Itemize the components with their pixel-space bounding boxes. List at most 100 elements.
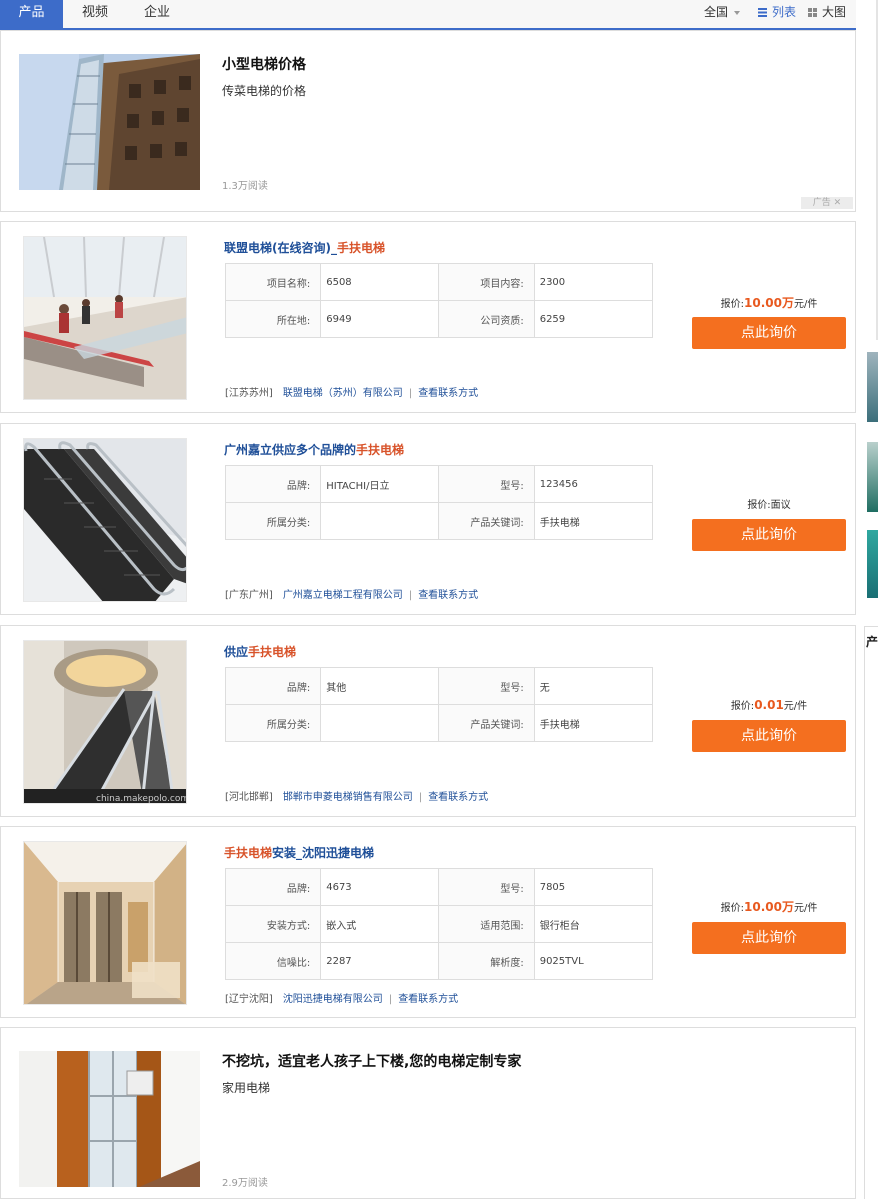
ad-title[interactable]: 不挖坑，适宜老人孩子上下楼,您的电梯定制专家: [222, 1051, 521, 1071]
side-thumbnail[interactable]: [867, 352, 878, 422]
inquiry-button[interactable]: 点此询价: [692, 519, 846, 551]
price: 报价:面议: [747, 500, 791, 511]
spec-key: 项目名称:: [224, 263, 322, 301]
contact-link[interactable]: 查看联系方式: [418, 590, 478, 601]
list-view-button[interactable]: 列表: [758, 0, 796, 26]
spec-key: 所属分类:: [224, 704, 322, 742]
spec-key: 所属分类:: [224, 502, 322, 540]
ad-title[interactable]: 小型电梯价格: [222, 54, 306, 74]
product-image-escalator[interactable]: [23, 438, 187, 602]
product-title-text[interactable]: 广州嘉立供应多个品牌的: [224, 443, 356, 457]
spec-table: 项目名称: 6508 项目内容: 2300 所在地: 6949 公司资质: 62…: [224, 263, 654, 338]
seller-info: [辽宁沈阳] 沈阳迅捷电梯有限公司 | 查看联系方式: [225, 990, 458, 1005]
ad-badge-label: 广告: [812, 198, 831, 208]
tab-products[interactable]: 产品: [0, 0, 63, 28]
spec-value: 7805: [533, 868, 654, 906]
seller-company-link[interactable]: 联盟电梯（苏州）有限公司: [283, 388, 403, 399]
ad-read-count: 2.9万阅读: [222, 1178, 268, 1189]
spec-key: 型号:: [438, 465, 535, 503]
product-card[interactable]: 手扶电梯安装_沈阳迅捷电梯 品牌: 4673 型号: 7805 安装方式: 嵌入…: [0, 826, 856, 1018]
seller-company-link[interactable]: 沈阳迅捷电梯有限公司: [283, 994, 383, 1005]
spec-key: 产品关键词:: [438, 704, 535, 742]
close-icon[interactable]: ✕: [834, 198, 842, 208]
spec-key: 品牌:: [224, 465, 322, 503]
spec-row: 品牌: 其他 型号: 无: [224, 667, 654, 705]
seller-info: [江苏苏州] 联盟电梯（苏州）有限公司 | 查看联系方式: [225, 384, 478, 399]
seller-company-link[interactable]: 广州嘉立电梯工程有限公司: [283, 590, 403, 601]
image-watermark: china.makepolo.com: [96, 794, 187, 804]
ad-read-count: 1.3万阅读: [222, 181, 268, 192]
product-title[interactable]: 广州嘉立供应多个品牌的手扶电梯: [224, 441, 404, 458]
spec-key: 型号:: [438, 868, 535, 906]
ad-image-home-elevator[interactable]: [19, 1051, 200, 1187]
spec-key: 信噪比:: [224, 942, 322, 980]
spec-key: 品牌:: [224, 868, 322, 906]
spec-key: 产品关键词:: [438, 502, 535, 540]
product-title-text[interactable]: 联盟电梯(在线咨询)_: [224, 241, 337, 255]
spec-value: 6508: [320, 263, 440, 301]
side-thumbnail[interactable]: [867, 530, 878, 598]
spec-value: 6949: [320, 300, 440, 338]
product-title-highlight[interactable]: 手扶电梯: [248, 645, 296, 659]
grid-view-label: 大图: [822, 5, 847, 19]
price-prefix: 报价:: [720, 299, 745, 310]
seller-company-link[interactable]: 邯郸市申菱电梯销售有限公司: [283, 792, 413, 803]
price-prefix: 报价:: [720, 903, 745, 914]
ad-badge[interactable]: 广告 ✕: [801, 197, 853, 209]
product-title[interactable]: 联盟电梯(在线咨询)_手扶电梯: [224, 239, 385, 256]
product-title-text[interactable]: 安装_沈阳迅捷电梯: [272, 846, 374, 860]
region-dropdown[interactable]: 全国: [704, 0, 741, 26]
spec-row: 所在地: 6949 公司资质: 6259: [224, 300, 654, 338]
tab-videos[interactable]: 视频: [72, 0, 118, 28]
product-image-escalator[interactable]: china.makepolo.com: [23, 640, 187, 804]
product-card[interactable]: china.makepolo.com 供应手扶电梯 品牌: 其他 型号: 无 所…: [0, 625, 856, 817]
spec-value: [320, 502, 440, 540]
grid-view-button[interactable]: 大图: [808, 0, 846, 26]
seller-location: [辽宁沈阳]: [225, 994, 273, 1005]
spec-table: 品牌: HITACHI/日立 型号: 123456 所属分类: 产品关键词: 手…: [224, 465, 654, 540]
price: 报价:0.01元/件: [691, 697, 847, 712]
product-title[interactable]: 手扶电梯安装_沈阳迅捷电梯: [224, 844, 374, 861]
spec-value: [320, 704, 440, 742]
product-card[interactable]: 联盟电梯(在线咨询)_手扶电梯 项目名称: 6508 项目内容: 2300 所在…: [0, 221, 856, 413]
price: 报价:10.00万元/件: [691, 898, 847, 915]
seller-info: [河北邯郸] 邯郸市申菱电梯销售有限公司 | 查看联系方式: [225, 788, 488, 803]
inquiry-button[interactable]: 点此询价: [692, 922, 846, 954]
spec-value: 4673: [320, 868, 440, 906]
contact-link[interactable]: 查看联系方式: [428, 792, 488, 803]
spec-row: 品牌: 4673 型号: 7805: [224, 868, 654, 906]
contact-link[interactable]: 查看联系方式: [398, 994, 458, 1005]
spec-table: 品牌: 4673 型号: 7805 安装方式: 嵌入式 适用范围: 银行柜台 信…: [224, 868, 654, 980]
spec-value: 银行柜台: [533, 905, 654, 943]
tab-companies[interactable]: 企业: [134, 0, 180, 28]
ad-image-glass-elevator[interactable]: [19, 54, 200, 190]
product-title-text[interactable]: 供应: [224, 645, 248, 659]
spec-key: 公司资质:: [438, 300, 535, 338]
product-image-escalator[interactable]: [23, 236, 187, 400]
ad-card[interactable]: 小型电梯价格 传菜电梯的价格 1.3万阅读 广告 ✕: [0, 30, 856, 212]
inquiry-button[interactable]: 点此询价: [692, 720, 846, 752]
spec-row: 信噪比: 2287 解析度: 9025TVL: [224, 942, 654, 980]
price-unit: 元/件: [793, 903, 818, 914]
product-title[interactable]: 供应手扶电梯: [224, 643, 296, 660]
ad-description: 家用电梯: [222, 1081, 271, 1095]
product-card[interactable]: 广州嘉立供应多个品牌的手扶电梯 品牌: HITACHI/日立 型号: 12345…: [0, 423, 856, 615]
product-title-highlight[interactable]: 手扶电梯: [224, 846, 272, 860]
contact-link[interactable]: 查看联系方式: [418, 388, 478, 399]
spec-value: 手扶电梯: [533, 704, 654, 742]
region-label: 全国: [704, 5, 729, 19]
spec-row: 所属分类: 产品关键词: 手扶电梯: [224, 704, 654, 742]
spec-value: 123456: [533, 465, 654, 503]
inquiry-button[interactable]: 点此询价: [692, 317, 846, 349]
divider: |: [408, 590, 413, 601]
spec-key: 项目内容:: [438, 263, 535, 301]
product-title-highlight[interactable]: 手扶电梯: [337, 241, 385, 255]
divider: |: [418, 792, 423, 803]
side-thumbnail[interactable]: [867, 442, 878, 512]
spec-value: HITACHI/日立: [320, 465, 440, 503]
ad-card[interactable]: 不挖坑，适宜老人孩子上下楼,您的电梯定制专家 家用电梯 2.9万阅读: [0, 1027, 856, 1199]
product-image-elevator-lobby[interactable]: [23, 841, 187, 1005]
spec-row: 所属分类: 产品关键词: 手扶电梯: [224, 502, 654, 540]
product-title-highlight[interactable]: 手扶电梯: [356, 443, 404, 457]
spec-key: 品牌:: [224, 667, 322, 705]
